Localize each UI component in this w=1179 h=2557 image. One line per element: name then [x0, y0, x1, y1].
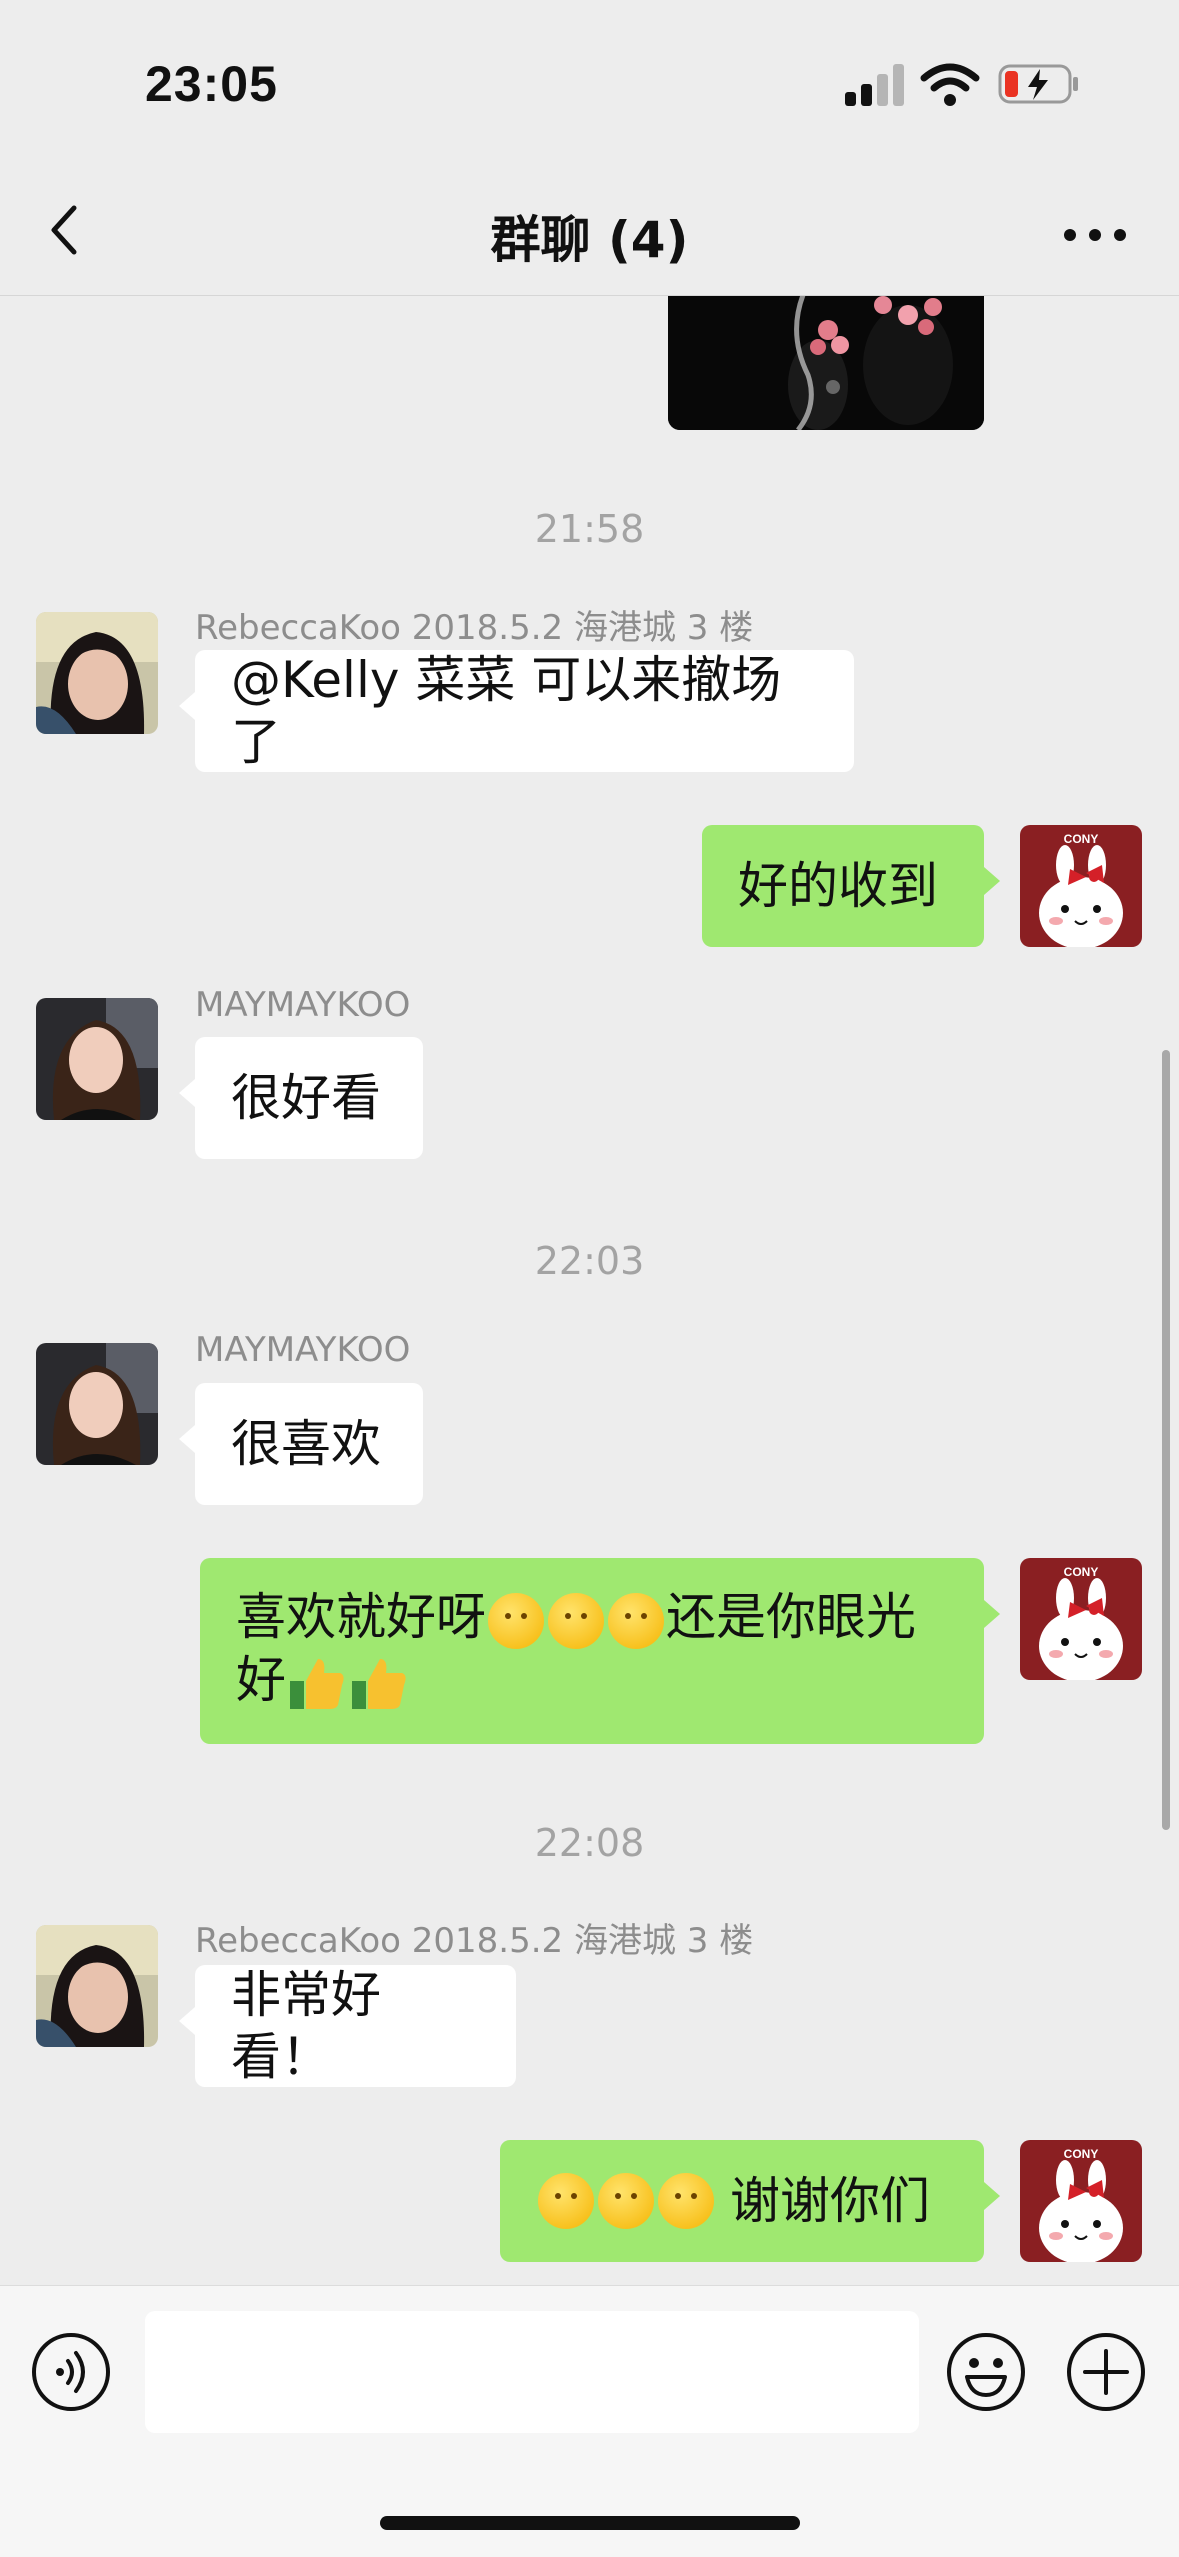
message-text: 非常好看！: [231, 1966, 381, 2086]
thumbs-up-emoji-icon: [290, 1659, 344, 1709]
message-bubble-outgoing[interactable]: 喜欢就好呀 还是你眼光 好: [200, 1558, 1000, 1744]
time-divider: 21:58: [534, 507, 645, 551]
message-text-field[interactable]: [145, 2311, 919, 2433]
cellular-signal-icon: [845, 62, 905, 106]
message-bubble-outgoing[interactable]: 谢谢你们: [500, 2140, 1000, 2262]
avatar-cony[interactable]: CONY: [1020, 825, 1142, 947]
wifi-icon: [920, 63, 980, 106]
time-divider: 22:03: [534, 1239, 645, 1283]
more-actions-plus-icon[interactable]: [1065, 2331, 1147, 2413]
sender-name: MAYMAYKOO: [195, 1330, 411, 1370]
message-text: @Kelly 菜菜 可以来撤场了: [231, 651, 782, 771]
chat-title: 群聊 (4): [490, 211, 689, 269]
battery-charging-icon: [998, 64, 1078, 104]
avatar-label: CONY: [1064, 2147, 1099, 2161]
avatar-maymaykoo[interactable]: [36, 1343, 158, 1465]
status-time: 23:05: [145, 56, 278, 112]
hugging-face-emoji-icon: [658, 2173, 714, 2229]
message-text: 很好看: [231, 1069, 381, 1127]
home-indicator[interactable]: [380, 2516, 800, 2530]
time-divider: 22:08: [534, 1821, 645, 1865]
scrollbar[interactable]: [1162, 1050, 1170, 1830]
kissing-face-emoji-icon: [548, 1592, 604, 1649]
message-text: 谢谢你们: [730, 2172, 930, 2230]
avatar-rebeccakoo[interactable]: [36, 1925, 158, 2047]
hugging-face-emoji-icon: [598, 2173, 654, 2229]
more-options-icon[interactable]: [1060, 205, 1130, 265]
message-text: 很喜欢: [231, 1415, 381, 1473]
avatar-cony[interactable]: CONY: [1020, 1558, 1142, 1680]
sender-name: RebeccaKoo 2018.5.2 海港城 3 楼: [195, 1921, 754, 1961]
status-bar: 23:05: [0, 0, 1179, 170]
avatar-label: CONY: [1064, 1565, 1099, 1579]
message-bubble-incoming[interactable]: @Kelly 菜菜 可以来撤场了: [179, 650, 854, 772]
message-list[interactable]: 21:58 RebeccaKoo 2018.5.2 海港城 3 楼 @Kelly…: [0, 295, 1179, 2285]
avatar-label: CONY: [1064, 832, 1099, 846]
emoji-picker-icon[interactable]: [945, 2331, 1027, 2413]
avatar-maymaykoo[interactable]: [36, 998, 158, 1120]
voice-input-icon[interactable]: [30, 2331, 112, 2413]
kissing-face-emoji-icon: [488, 1592, 544, 1649]
kissing-face-emoji-icon: [608, 1592, 664, 1649]
sender-name: MAYMAYKOO: [195, 985, 411, 1025]
message-bubble-incoming[interactable]: 非常好看！: [179, 1965, 516, 2087]
message-bubble-incoming[interactable]: 很喜欢: [179, 1383, 423, 1505]
message-bubble-incoming[interactable]: 很好看: [179, 1037, 423, 1159]
thumbs-up-emoji-icon: [352, 1659, 406, 1709]
message-text: 喜欢就好呀 还是你眼光 好: [236, 1586, 916, 1711]
sender-name: RebeccaKoo 2018.5.2 海港城 3 楼: [195, 608, 754, 648]
avatar-cony[interactable]: CONY: [1020, 2140, 1142, 2262]
image-message-flowers[interactable]: [668, 295, 984, 430]
message-input-bar: [0, 2285, 1179, 2557]
avatar-rebeccakoo[interactable]: [36, 612, 158, 734]
message-bubble-outgoing[interactable]: 好的收到: [702, 825, 1000, 947]
chat-header: 群聊 (4): [0, 170, 1179, 296]
message-text: 好的收到: [738, 857, 938, 915]
hugging-face-emoji-icon: [538, 2173, 594, 2229]
